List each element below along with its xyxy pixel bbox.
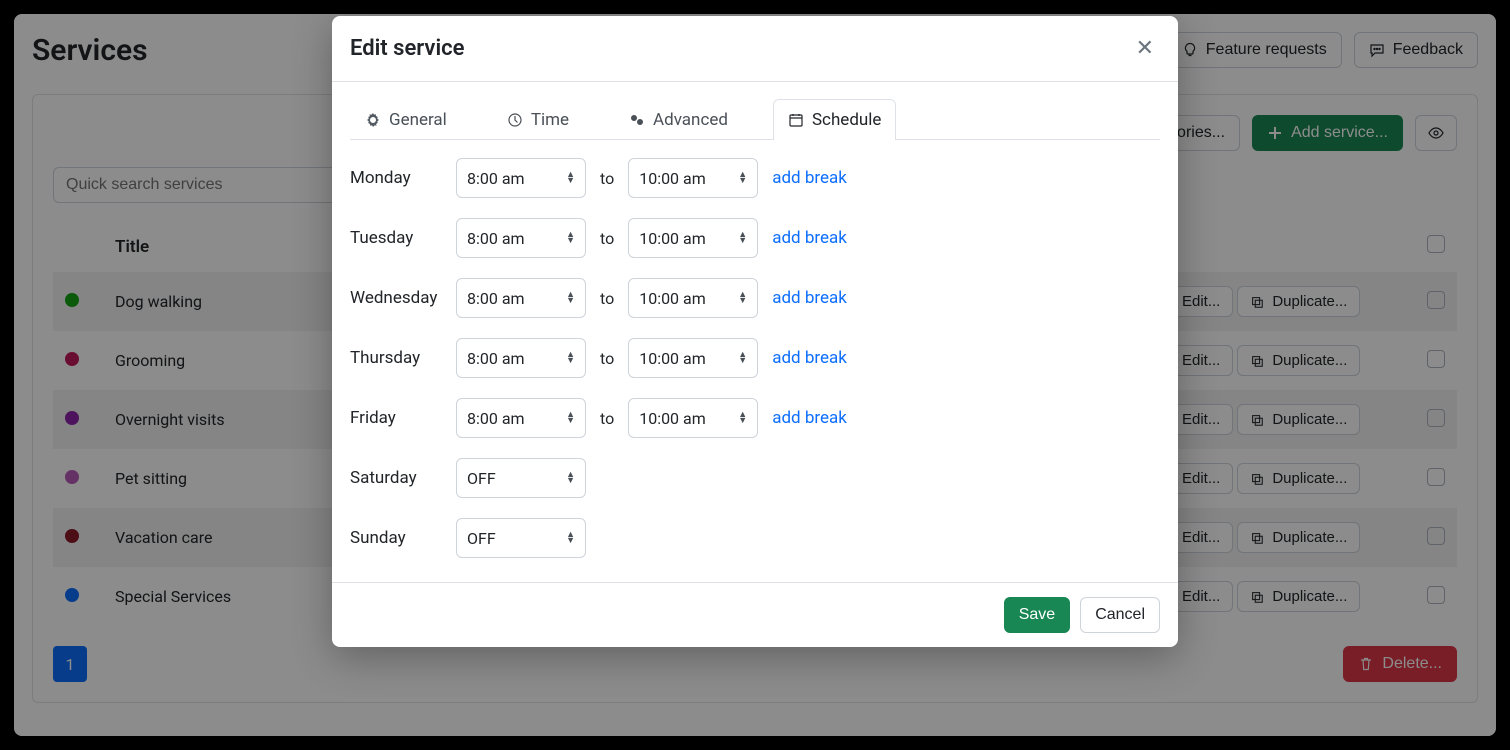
from-time-select[interactable]: 8:00 am▲▼: [456, 218, 586, 258]
day-label: Wednesday: [350, 288, 442, 308]
stepper-icon: ▲▼: [566, 232, 575, 244]
to-time-select[interactable]: 10:00 am▲▼: [628, 398, 758, 438]
stepper-icon: ▲▼: [738, 172, 747, 184]
modal-tabs: General Time Advanced Schedule: [350, 98, 1160, 140]
stepper-icon: ▲▼: [738, 352, 747, 364]
tab-general[interactable]: General: [350, 99, 462, 140]
stepper-icon: ▲▼: [566, 292, 575, 304]
day-label: Saturday: [350, 468, 442, 488]
to-time-select[interactable]: 10:00 am▲▼: [628, 278, 758, 318]
clock-icon: [507, 112, 523, 128]
edit-service-modal: Edit service ✕ General Time Advanced Sch…: [332, 16, 1178, 647]
day-label: Thursday: [350, 348, 442, 368]
to-time-select[interactable]: 10:00 am▲▼: [628, 158, 758, 198]
schedule-row: Sunday OFF▲▼: [350, 518, 1160, 558]
add-break-link[interactable]: add break: [772, 228, 847, 248]
stepper-icon: ▲▼: [566, 472, 575, 484]
to-label: to: [600, 409, 614, 428]
stepper-icon: ▲▼: [566, 532, 575, 544]
to-time-select[interactable]: 10:00 am▲▼: [628, 218, 758, 258]
gears-icon: [629, 112, 645, 128]
day-label: Sunday: [350, 528, 442, 548]
to-label: to: [600, 289, 614, 308]
save-button[interactable]: Save: [1004, 597, 1070, 633]
add-break-link[interactable]: add break: [772, 408, 847, 428]
to-label: to: [600, 229, 614, 248]
off-select[interactable]: OFF▲▼: [456, 458, 586, 498]
gear-icon: [365, 112, 381, 128]
stepper-icon: ▲▼: [566, 352, 575, 364]
tab-advanced[interactable]: Advanced: [614, 99, 743, 140]
close-icon[interactable]: ✕: [1130, 32, 1160, 65]
add-break-link[interactable]: add break: [772, 168, 847, 188]
to-label: to: [600, 349, 614, 368]
from-time-select[interactable]: 8:00 am▲▼: [456, 158, 586, 198]
from-time-select[interactable]: 8:00 am▲▼: [456, 338, 586, 378]
schedule-row: Tuesday 8:00 am▲▼ to 10:00 am▲▼ add break: [350, 218, 1160, 258]
stepper-icon: ▲▼: [738, 292, 747, 304]
stepper-icon: ▲▼: [738, 412, 747, 424]
day-label: Tuesday: [350, 228, 442, 248]
schedule-row: Wednesday 8:00 am▲▼ to 10:00 am▲▼ add break: [350, 278, 1160, 318]
schedule-row: Thursday 8:00 am▲▼ to 10:00 am▲▼ add break: [350, 338, 1160, 378]
off-select[interactable]: OFF▲▼: [456, 518, 586, 558]
stepper-icon: ▲▼: [738, 232, 747, 244]
to-label: to: [600, 169, 614, 188]
stepper-icon: ▲▼: [566, 412, 575, 424]
schedule-row: Saturday OFF▲▼: [350, 458, 1160, 498]
to-time-select[interactable]: 10:00 am▲▼: [628, 338, 758, 378]
modal-title: Edit service: [350, 36, 464, 61]
schedule-row: Friday 8:00 am▲▼ to 10:00 am▲▼ add break: [350, 398, 1160, 438]
calendar-icon: [788, 112, 804, 128]
from-time-select[interactable]: 8:00 am▲▼: [456, 278, 586, 318]
add-break-link[interactable]: add break: [772, 288, 847, 308]
day-label: Friday: [350, 408, 442, 428]
schedule-row: Monday 8:00 am▲▼ to 10:00 am▲▼ add break: [350, 158, 1160, 198]
cancel-button[interactable]: Cancel: [1080, 597, 1160, 633]
from-time-select[interactable]: 8:00 am▲▼: [456, 398, 586, 438]
add-break-link[interactable]: add break: [772, 348, 847, 368]
tab-time[interactable]: Time: [492, 99, 584, 140]
day-label: Monday: [350, 168, 442, 188]
tab-schedule[interactable]: Schedule: [773, 99, 896, 140]
stepper-icon: ▲▼: [566, 172, 575, 184]
